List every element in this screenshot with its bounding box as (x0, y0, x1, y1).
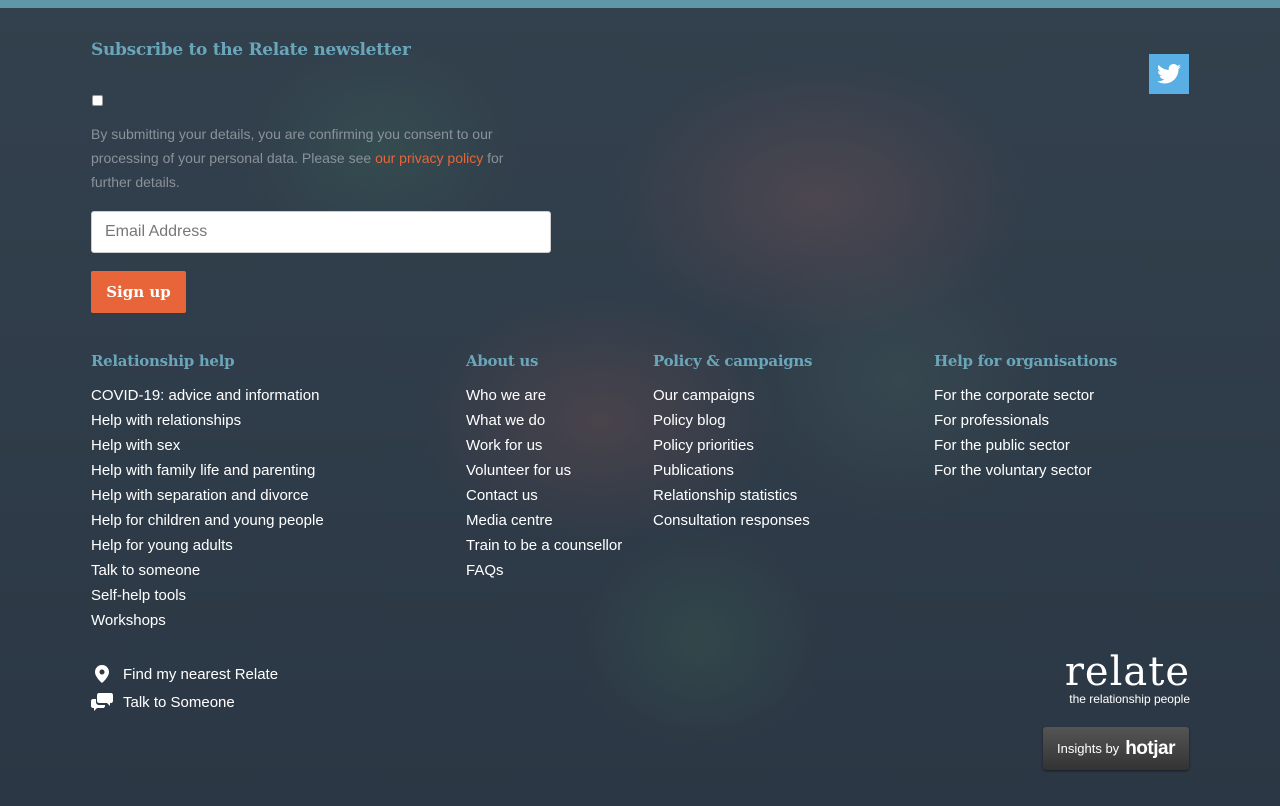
column-heading: Help for organisations (934, 352, 1117, 370)
footer-link[interactable]: Media centre (466, 508, 622, 533)
footer-link[interactable]: Consultation responses (653, 508, 812, 533)
footer-link[interactable]: Talk to someone (91, 558, 324, 583)
talk-to-someone-link[interactable]: Talk to Someone (91, 692, 235, 712)
footer-link[interactable]: Workshops (91, 608, 324, 633)
relate-logo[interactable]: relate the relationship people (1060, 650, 1190, 706)
footer-link[interactable]: Who we are (466, 383, 622, 408)
footer-link[interactable]: For the corporate sector (934, 383, 1117, 408)
footer-link[interactable]: FAQs (466, 558, 622, 583)
twitter-link[interactable] (1149, 54, 1189, 94)
footer-link[interactable]: COVID-19: advice and information (91, 383, 324, 408)
footer-link[interactable]: Policy blog (653, 408, 812, 433)
newsletter-title: Subscribe to the Relate newsletter (91, 40, 411, 60)
footer-link[interactable]: What we do (466, 408, 622, 433)
logo-wordmark: relate (1064, 649, 1190, 695)
footer-link[interactable]: Policy priorities (653, 433, 812, 458)
email-input[interactable] (91, 211, 551, 253)
footer-link[interactable]: Contact us (466, 483, 622, 508)
footer-link[interactable]: Work for us (466, 433, 622, 458)
column-help-organisations: Help for organisations For the corporate… (934, 350, 1117, 483)
footer: Subscribe to the Relate newsletter By su… (0, 0, 1280, 806)
footer-link[interactable]: For the public sector (934, 433, 1117, 458)
footer-link[interactable]: Help with family life and parenting (91, 458, 324, 483)
column-policy-campaigns: Policy & campaigns Our campaigns Policy … (653, 350, 812, 533)
column-heading: Policy & campaigns (653, 352, 813, 370)
footer-link[interactable]: Help with separation and divorce (91, 483, 324, 508)
footer-link[interactable]: Help with relationships (91, 408, 324, 433)
consent-text: By submitting your details, you are conf… (91, 122, 531, 194)
footer-link[interactable]: Self-help tools (91, 583, 324, 608)
footer-link[interactable]: Help for young adults (91, 533, 324, 558)
hotjar-brand: hotjar (1125, 737, 1175, 759)
twitter-icon (1157, 64, 1181, 84)
column-heading: Relationship help (91, 352, 235, 370)
consent-checkbox[interactable] (92, 95, 103, 106)
footer-link[interactable]: Help for children and young people (91, 508, 324, 533)
footer-link[interactable]: Our campaigns (653, 383, 812, 408)
column-about-us: About us Who we are What we do Work for … (466, 350, 622, 583)
find-nearest-label: Find my nearest Relate (123, 665, 279, 683)
find-nearest-link[interactable]: Find my nearest Relate (91, 664, 278, 684)
privacy-policy-link[interactable]: our privacy policy (375, 150, 483, 166)
chat-bubbles-icon (91, 692, 113, 712)
column-heading: About us (466, 352, 539, 370)
footer-link[interactable]: For professionals (934, 408, 1117, 433)
footer-link[interactable]: Publications (653, 458, 812, 483)
talk-to-someone-label: Talk to Someone (123, 693, 235, 711)
hotjar-prefix: Insights by (1057, 741, 1120, 756)
column-relationship-help: Relationship help COVID-19: advice and i… (91, 350, 324, 633)
footer-link[interactable]: For the voluntary sector (934, 458, 1117, 483)
footer-link[interactable]: Train to be a counsellor (466, 533, 622, 558)
footer-link[interactable]: Volunteer for us (466, 458, 622, 483)
location-pin-icon (91, 664, 113, 684)
hotjar-badge[interactable]: Insights by hotjar (1043, 727, 1189, 770)
footer-link[interactable]: Relationship statistics (653, 483, 812, 508)
logo-tagline: the relationship people (1069, 692, 1190, 706)
footer-link[interactable]: Help with sex (91, 433, 324, 458)
signup-button[interactable]: Sign up (91, 271, 186, 313)
